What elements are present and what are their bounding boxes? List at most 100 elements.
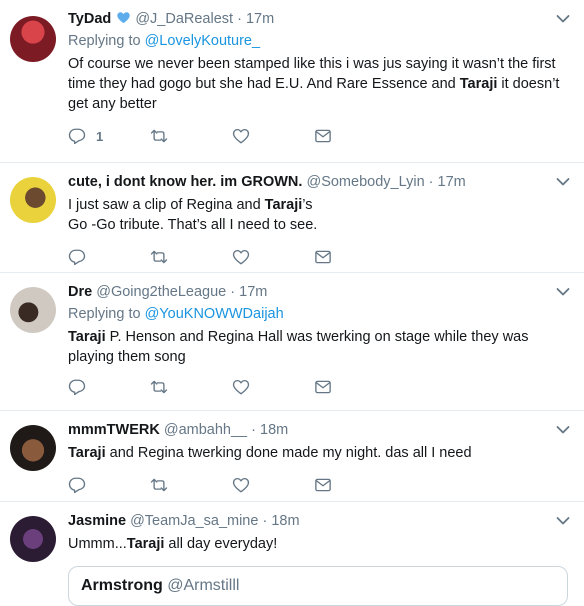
dm-button[interactable] bbox=[314, 127, 396, 145]
tweet[interactable]: Dre @Going2theLeague · 17m Replying to @… bbox=[0, 273, 584, 411]
avatar[interactable] bbox=[10, 425, 56, 471]
dm-button[interactable] bbox=[314, 248, 396, 266]
tweet[interactable]: TyDad @J_DaRealest · 17m Replying to @Lo… bbox=[0, 0, 584, 163]
tweet[interactable]: Jasmine @TeamJa_sa_mine · 18m Ummm...Tar… bbox=[0, 502, 584, 606]
quoted-display-name: Armstrong bbox=[81, 577, 163, 594]
avatar[interactable] bbox=[10, 177, 56, 223]
reply-icon bbox=[68, 378, 86, 396]
retweet-button[interactable] bbox=[150, 378, 232, 396]
reply-icon bbox=[68, 248, 86, 266]
tweet-text: I just saw a clip of Regina and Taraji’s… bbox=[68, 195, 568, 235]
reply-button[interactable] bbox=[68, 378, 150, 396]
reply-count: 1 bbox=[96, 128, 104, 144]
retweet-button[interactable] bbox=[150, 127, 232, 145]
like-button[interactable] bbox=[232, 378, 314, 396]
caret-down-icon[interactable] bbox=[556, 14, 570, 24]
handle[interactable]: @Going2theLeague bbox=[96, 284, 226, 300]
timestamp[interactable]: 17m bbox=[246, 11, 274, 27]
timestamp[interactable]: 18m bbox=[260, 422, 288, 438]
tweet-text: Ummm...Taraji all day everyday! bbox=[68, 534, 568, 554]
replying-to: Replying to @YouKNOWWDaijah bbox=[68, 306, 568, 322]
highlight-term: Taraji bbox=[68, 445, 106, 461]
text-part: ’s bbox=[302, 197, 313, 213]
retweet-icon bbox=[150, 127, 168, 145]
handle[interactable]: @Somebody_Lyin bbox=[306, 174, 424, 190]
separator-dot: · bbox=[230, 284, 236, 300]
separator-dot: · bbox=[237, 11, 242, 27]
highlight-term: Taraji bbox=[459, 76, 498, 92]
like-button[interactable] bbox=[232, 476, 314, 494]
quoted-tweet[interactable]: Armstrong @Armstilll bbox=[68, 566, 568, 606]
like-button[interactable] bbox=[232, 127, 314, 145]
timestamp[interactable]: 18m bbox=[271, 513, 299, 529]
handle[interactable]: @ambahh__ bbox=[164, 422, 247, 438]
retweet-icon bbox=[150, 248, 168, 266]
replying-handle-link[interactable]: @LovelyKouture_ bbox=[145, 33, 260, 49]
highlight-term: Taraji bbox=[126, 536, 165, 552]
tweet-text: Taraji and Regina twerking done made my … bbox=[68, 443, 568, 463]
reply-icon bbox=[68, 127, 86, 145]
tweet[interactable]: mmmTWERK @ambahh__ · 18m Taraji and Regi… bbox=[0, 411, 584, 502]
reply-button[interactable] bbox=[68, 476, 150, 494]
avatar[interactable] bbox=[10, 287, 56, 333]
replying-handle-link[interactable]: @YouKNOWWDaijah bbox=[145, 306, 284, 322]
quoted-handle: @Armstilll bbox=[167, 577, 240, 594]
text-part: I just saw a clip of Regina and bbox=[68, 197, 265, 213]
handle[interactable]: @J_DaRealest bbox=[135, 11, 233, 27]
text-part: P. Henson and Regina Hall was twerking o… bbox=[68, 329, 529, 365]
tweet-actions bbox=[68, 247, 568, 267]
retweet-icon bbox=[150, 378, 168, 396]
tweet-actions bbox=[68, 377, 568, 397]
separator-dot: · bbox=[262, 513, 268, 529]
tweet-text: Of course we never been stamped like thi… bbox=[68, 54, 568, 114]
display-name[interactable]: TyDad bbox=[68, 11, 111, 27]
display-name[interactable]: mmmTWERK bbox=[68, 422, 160, 438]
tweet-header: cute, i dont know her. im GROWN. @Somebo… bbox=[68, 173, 568, 192]
dm-button[interactable] bbox=[314, 476, 396, 494]
separator-dot: · bbox=[251, 422, 256, 438]
caret-down-icon[interactable] bbox=[556, 177, 570, 187]
tweet-header: mmmTWERK @ambahh__ · 18m bbox=[68, 421, 568, 440]
handle[interactable]: @TeamJa_sa_mine bbox=[130, 513, 258, 529]
retweet-button[interactable] bbox=[150, 476, 232, 494]
replying-to: Replying to @LovelyKouture_ bbox=[68, 33, 568, 49]
tweet-actions bbox=[68, 475, 568, 495]
avatar[interactable] bbox=[10, 16, 56, 62]
tweet-header: TyDad @J_DaRealest · 17m bbox=[68, 10, 568, 29]
reply-icon bbox=[68, 476, 86, 494]
reply-button[interactable] bbox=[68, 248, 150, 266]
highlight-term: Taraji bbox=[68, 329, 106, 345]
dm-icon bbox=[314, 378, 332, 396]
retweet-button[interactable] bbox=[150, 248, 232, 266]
like-icon bbox=[232, 127, 250, 145]
text-part: all day everyday! bbox=[164, 536, 278, 552]
dm-icon bbox=[314, 127, 332, 145]
like-icon bbox=[232, 248, 250, 266]
caret-down-icon[interactable] bbox=[556, 425, 570, 435]
display-name[interactable]: Dre bbox=[68, 284, 92, 300]
like-icon bbox=[232, 378, 250, 396]
caret-down-icon[interactable] bbox=[556, 287, 570, 297]
tweet-text: Taraji P. Henson and Regina Hall was twe… bbox=[68, 327, 568, 367]
caret-down-icon[interactable] bbox=[556, 516, 570, 526]
dm-icon bbox=[314, 248, 332, 266]
display-name[interactable]: Jasmine bbox=[68, 513, 126, 529]
avatar[interactable] bbox=[10, 516, 56, 562]
reply-button[interactable]: 1 bbox=[68, 127, 150, 145]
blue-heart-icon bbox=[116, 10, 131, 25]
separator-dot: · bbox=[428, 174, 434, 190]
like-button[interactable] bbox=[232, 248, 314, 266]
text-part: Ummm... bbox=[68, 536, 127, 552]
tweet[interactable]: cute, i dont know her. im GROWN. @Somebo… bbox=[0, 163, 584, 273]
text-part: and Regina twerking done made my night. … bbox=[105, 445, 472, 461]
display-name[interactable]: cute, i dont know her. im GROWN. bbox=[68, 174, 302, 190]
replying-prefix: Replying to bbox=[68, 306, 141, 322]
timestamp[interactable]: 17m bbox=[239, 284, 267, 300]
tweet-header: Jasmine @TeamJa_sa_mine · 18m bbox=[68, 512, 568, 531]
replying-prefix: Replying to bbox=[68, 33, 141, 49]
highlight-term: Taraji bbox=[264, 197, 303, 213]
like-icon bbox=[232, 476, 250, 494]
timestamp[interactable]: 17m bbox=[438, 174, 466, 190]
dm-button[interactable] bbox=[314, 378, 396, 396]
tweet-actions: 1 bbox=[68, 126, 568, 146]
